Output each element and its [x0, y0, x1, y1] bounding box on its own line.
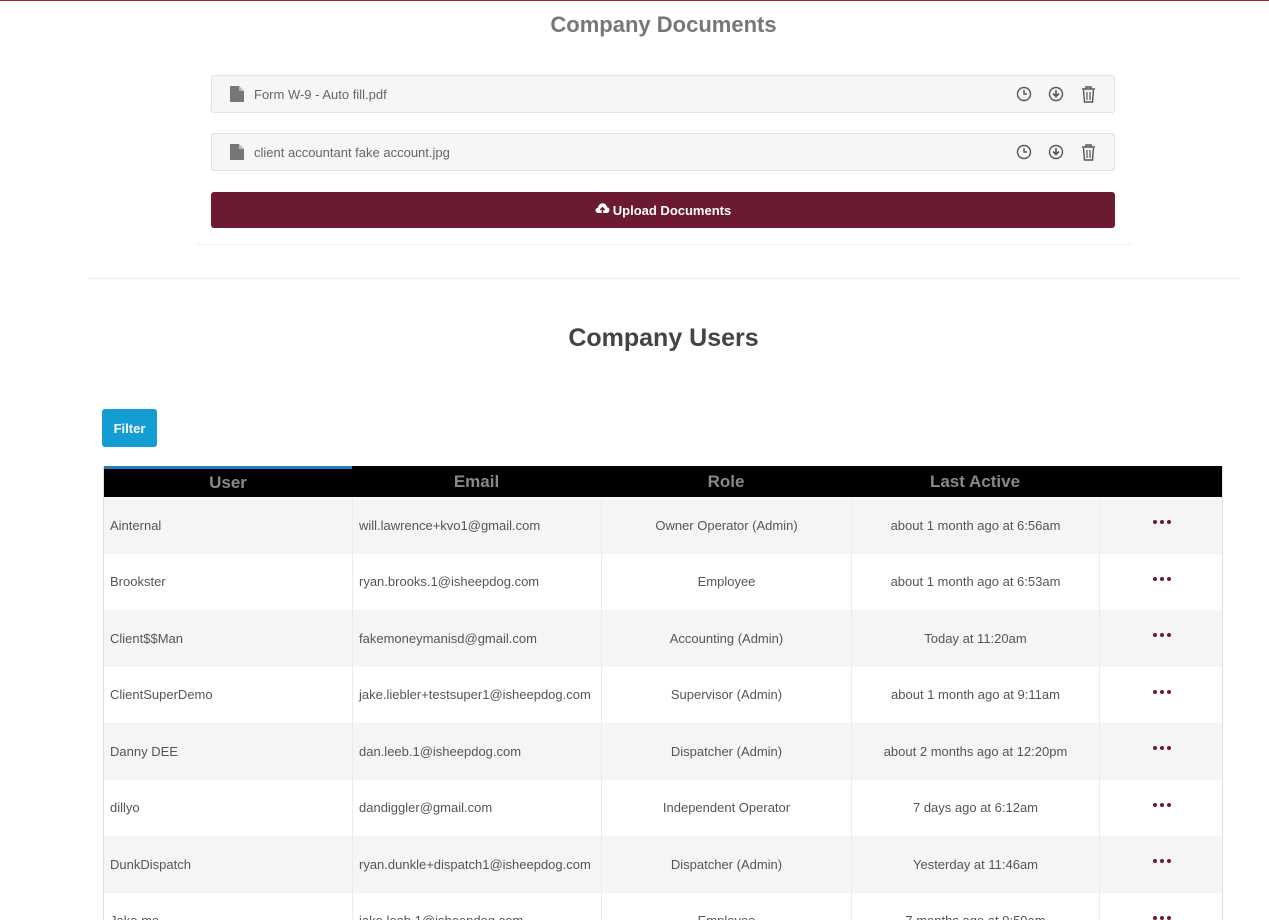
download-icon[interactable] [1046, 142, 1066, 162]
table-row[interactable]: DunkDispatch ryan.dunkle+dispatch1@ishee… [104, 836, 1222, 893]
table-header: User Email Role Last Active [104, 466, 1222, 497]
cell-actions [1099, 836, 1222, 893]
file-icon [230, 144, 244, 160]
cell-actions [1099, 666, 1222, 723]
cell-last-active: Yesterday at 11:46am [851, 836, 1099, 893]
clock-icon[interactable] [1014, 142, 1034, 162]
column-header-actions [1099, 466, 1222, 497]
column-header-user[interactable]: User [104, 466, 352, 497]
cell-email: ryan.brooks.1@isheepdog.com [352, 553, 601, 610]
cloud-upload-icon [595, 202, 613, 218]
document-row[interactable]: Form W-9 - Auto fill.pdf [211, 75, 1115, 113]
cell-role: Supervisor (Admin) [601, 666, 851, 723]
ellipsis-icon[interactable] [1152, 576, 1173, 581]
trash-icon[interactable] [1078, 84, 1098, 104]
table-row[interactable]: Danny DEE dan.leeb.1@isheepdog.com Dispa… [104, 723, 1222, 780]
cell-last-active: about 1 month ago at 6:56am [851, 497, 1099, 554]
cell-role: Accounting (Admin) [601, 610, 851, 667]
cell-role: Independent Operator [601, 779, 851, 836]
cell-role: Owner Operator (Admin) [601, 497, 851, 554]
table-row[interactable]: Jake me jake.leeb.1@isheepdog.com Employ… [104, 892, 1222, 920]
upload-documents-button[interactable]: Upload Documents [211, 192, 1115, 228]
table-row[interactable]: ClientSuperDemo jake.liebler+testsuper1@… [104, 666, 1222, 723]
document-name[interactable]: Form W-9 - Auto fill.pdf [254, 87, 1002, 102]
cell-last-active: about 1 month ago at 6:53am [851, 553, 1099, 610]
cell-email: dandiggler@gmail.com [352, 779, 601, 836]
cell-user: Brookster [110, 574, 166, 590]
ellipsis-icon[interactable] [1152, 802, 1173, 807]
cell-user: DunkDispatch [110, 856, 191, 872]
ellipsis-icon[interactable] [1152, 746, 1173, 751]
cell-role: Employee [601, 553, 851, 610]
table-row[interactable]: Ainternal will.lawrence+kvo1@gmail.com O… [104, 497, 1222, 554]
cell-actions [1099, 723, 1222, 780]
cell-actions [1099, 497, 1222, 554]
documents-title: Company Documents [550, 12, 777, 37]
cell-email: will.lawrence+kvo1@gmail.com [352, 497, 601, 554]
cell-user: Danny DEE [110, 743, 178, 759]
cell-email: dan.leeb.1@isheepdog.com [352, 723, 601, 780]
column-header-role[interactable]: Role [601, 466, 851, 497]
cell-role: Dispatcher (Admin) [601, 836, 851, 893]
ellipsis-icon[interactable] [1152, 520, 1173, 525]
cell-user: Ainternal [110, 517, 162, 533]
ellipsis-icon[interactable] [1152, 689, 1173, 694]
upload-documents-label: Upload Documents [612, 202, 732, 218]
document-name[interactable]: client accountant fake account.jpg [254, 145, 1002, 160]
cell-actions [1099, 779, 1222, 836]
cell-last-active: Today at 11:20am [851, 610, 1099, 667]
document-actions [1002, 84, 1098, 104]
cell-user: ClientSuperDemo [110, 687, 213, 703]
cell-email: fakemoneymanisd@gmail.com [352, 610, 601, 667]
clock-icon[interactable] [1014, 84, 1034, 104]
filter-button[interactable]: Filter [102, 409, 157, 447]
document-actions [1002, 142, 1098, 162]
cell-email: jake.liebler+testsuper1@isheepdog.com [352, 666, 601, 723]
column-header-email[interactable]: Email [352, 466, 601, 497]
top-accent-line [0, 0, 1269, 1]
cell-email: ryan.dunkle+dispatch1@isheepdog.com [352, 836, 601, 893]
column-header-last-active[interactable]: Last Active [851, 466, 1099, 497]
download-icon[interactable] [1046, 84, 1066, 104]
file-icon [230, 86, 244, 102]
users-table: User Email Role Last Active Ainternal wi… [103, 466, 1223, 920]
cell-last-active: 7 months ago at 9:59am [851, 892, 1099, 920]
table-row[interactable]: Client$$Man fakemoneymanisd@gmail.com Ac… [104, 610, 1222, 667]
cell-user: Jake me [104, 893, 352, 920]
ellipsis-icon[interactable] [1152, 915, 1173, 920]
cell-role: Dispatcher (Admin) [601, 723, 851, 780]
cell-user: dillyo [110, 800, 140, 816]
cell-last-active: about 1 month ago at 9:11am [851, 666, 1099, 723]
table-body: Ainternal will.lawrence+kvo1@gmail.com O… [104, 497, 1222, 920]
trash-icon[interactable] [1078, 142, 1098, 162]
users-title: Company Users [568, 324, 759, 352]
ellipsis-icon[interactable] [1152, 859, 1173, 864]
cell-actions [1099, 892, 1222, 920]
table-row[interactable]: dillyo dandiggler@gmail.com Independent … [104, 779, 1222, 836]
divider [88, 278, 1239, 279]
ellipsis-icon[interactable] [1152, 633, 1173, 638]
page: Company Documents Form W-9 - Auto fill.p… [0, 0, 1269, 920]
cell-actions [1099, 610, 1222, 667]
cell-email: jake.leeb.1@isheepdog.com [352, 892, 601, 920]
cell-last-active: about 2 months ago at 12:20pm [851, 723, 1099, 780]
cell-role: Employee [601, 892, 851, 920]
cell-actions [1099, 553, 1222, 610]
cell-user: Client$$Man [110, 630, 183, 646]
document-row[interactable]: client accountant fake account.jpg [211, 133, 1115, 171]
divider [196, 244, 1132, 245]
cell-last-active: 7 days ago at 6:12am [851, 779, 1099, 836]
table-row[interactable]: Brookster ryan.brooks.1@isheepdog.com Em… [104, 553, 1222, 610]
